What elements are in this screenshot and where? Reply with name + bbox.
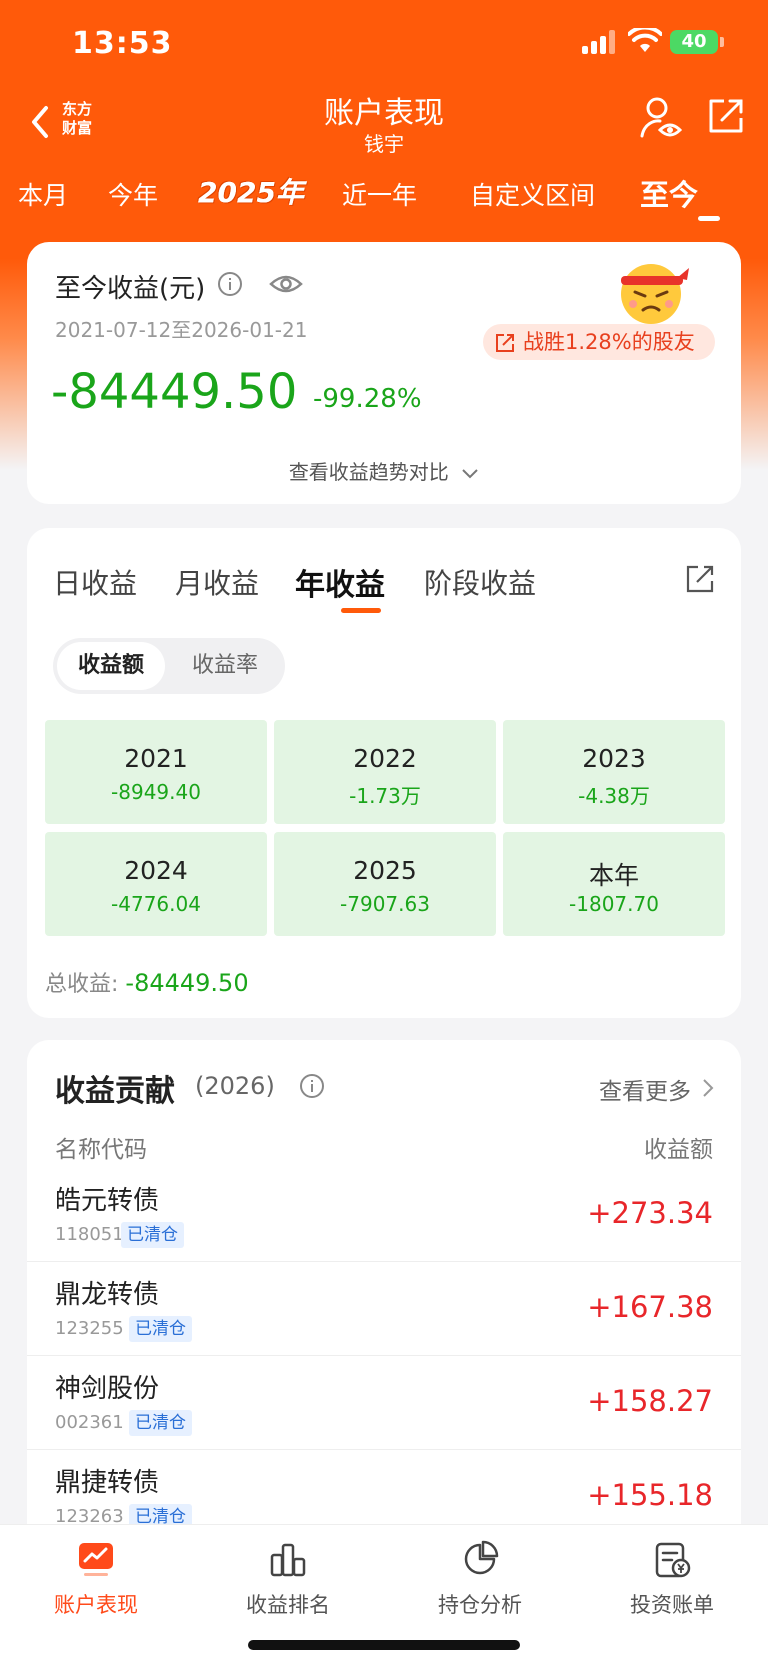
year-cell[interactable]: 2023 -4.38万 bbox=[503, 720, 725, 824]
column-header-value: 收益额 bbox=[644, 1137, 713, 1163]
stock-name: 鼎捷转债 bbox=[55, 1468, 160, 1498]
trend-compare-link[interactable]: 查看收益趋势对比 bbox=[27, 456, 741, 485]
tab-this-month[interactable]: 本月 bbox=[18, 176, 68, 212]
stock-code: 002361 bbox=[55, 1412, 124, 1433]
contribution-title: 收益贡献 bbox=[55, 1074, 175, 1109]
nav-label: 持仓分析 bbox=[438, 1593, 522, 1617]
stock-name: 神剑股份 bbox=[55, 1374, 160, 1404]
bar-ranking-icon bbox=[270, 1543, 306, 1577]
nav-label: 账户表现 bbox=[54, 1593, 138, 1617]
contribution-row[interactable]: 神剑股份 002361 已清仓 +158.27 bbox=[27, 1356, 741, 1450]
nav-profit-ranking[interactable]: 收益排名 bbox=[192, 1525, 384, 1635]
total-profit-label: 总收益: bbox=[45, 972, 119, 997]
tab-to-date[interactable]: 至今 bbox=[640, 172, 698, 214]
tab-last-year[interactable]: 近一年 bbox=[342, 176, 417, 212]
tab-custom-range[interactable]: 自定义区间 bbox=[470, 176, 595, 212]
mascot-emoji-icon bbox=[621, 264, 689, 324]
year-label: 2025 bbox=[353, 856, 417, 885]
column-header-name: 名称代码 bbox=[55, 1137, 147, 1163]
tab-active-indicator bbox=[698, 216, 720, 221]
year-label: 2021 bbox=[124, 744, 188, 773]
info-icon[interactable] bbox=[217, 271, 243, 297]
year-value: -7907.63 bbox=[340, 892, 430, 916]
share-small-icon bbox=[496, 334, 514, 352]
chevron-right-icon bbox=[703, 1079, 714, 1097]
summary-title: 至今收益(元) bbox=[55, 274, 206, 304]
contribution-year: (2026) bbox=[195, 1072, 275, 1100]
pie-chart-icon bbox=[464, 1540, 499, 1575]
year-value: -8949.40 bbox=[111, 780, 201, 804]
contribution-row[interactable]: 鼎龙转债 123255 已清仓 +167.38 bbox=[27, 1262, 741, 1356]
status-badge: 已清仓 bbox=[129, 1410, 192, 1436]
tab-monthly-profit[interactable]: 月收益 bbox=[175, 562, 259, 602]
tab-2025[interactable]: 2025年 bbox=[198, 171, 304, 211]
nav-holding-analysis[interactable]: 持仓分析 bbox=[384, 1525, 576, 1635]
eye-icon[interactable] bbox=[269, 272, 303, 296]
tab-stage-profit[interactable]: 阶段收益 bbox=[424, 562, 536, 602]
profit-value: +158.27 bbox=[587, 1384, 713, 1418]
year-cell[interactable]: 2025 -7907.63 bbox=[274, 832, 496, 936]
year-value: -1.73万 bbox=[349, 784, 421, 808]
wifi-icon bbox=[628, 28, 662, 52]
status-time: 13:53 bbox=[72, 26, 173, 61]
segment-amount[interactable]: 收益额 bbox=[57, 642, 165, 690]
year-value: -1807.70 bbox=[569, 892, 659, 916]
info-icon[interactable] bbox=[299, 1073, 325, 1099]
segment-rate[interactable]: 收益率 bbox=[171, 642, 279, 690]
contribution-row[interactable]: 皓元转债 118051 已清仓 +273.34 bbox=[27, 1168, 741, 1262]
summary-card: 至今收益(元) 2021-07-12至2026-01-21 -84449.50 … bbox=[27, 242, 741, 504]
chevron-down-icon bbox=[462, 468, 478, 478]
profit-value: +155.18 bbox=[587, 1478, 713, 1512]
year-label: 2023 bbox=[582, 744, 646, 773]
home-indicator bbox=[248, 1640, 520, 1650]
year-cell[interactable]: 2024 -4776.04 bbox=[45, 832, 267, 936]
status-bar: 13:53 40 bbox=[0, 0, 768, 88]
beat-peers-badge[interactable]: 战胜1.28%的股友 bbox=[483, 324, 715, 360]
share-icon[interactable] bbox=[685, 564, 715, 594]
status-badge: 已清仓 bbox=[129, 1316, 192, 1342]
trend-compare-label: 查看收益趋势对比 bbox=[288, 460, 449, 484]
user-privacy-icon[interactable] bbox=[640, 96, 682, 142]
battery-tip bbox=[720, 37, 724, 47]
nav-investment-bill[interactable]: 投资账单 bbox=[576, 1525, 768, 1635]
share-icon[interactable] bbox=[706, 96, 746, 136]
signal-icon bbox=[582, 30, 618, 54]
stock-code: 123255 bbox=[55, 1318, 124, 1339]
battery-icon: 40 bbox=[670, 30, 718, 54]
year-cell[interactable]: 本年 -1807.70 bbox=[503, 832, 725, 936]
profit-card: 日收益 月收益 年收益 阶段收益 收益额 收益率 2021 -8949.40 2… bbox=[27, 528, 741, 1018]
total-profit-amount: -84449.50 bbox=[51, 364, 298, 420]
date-range: 2021-07-12至2026-01-21 bbox=[55, 318, 308, 342]
beat-peers-text: 战胜1.28%的股友 bbox=[523, 330, 695, 354]
total-profit-line: 总收益: -84449.50 bbox=[45, 966, 249, 998]
period-tabs: 本月 今年 2025年 近一年 自定义区间 至今 bbox=[0, 168, 768, 228]
status-badge: 已清仓 bbox=[121, 1222, 184, 1248]
profit-value: +167.38 bbox=[587, 1290, 713, 1324]
stock-name: 鼎龙转债 bbox=[55, 1280, 160, 1310]
year-label: 本年 bbox=[588, 861, 639, 890]
view-more-link[interactable]: 查看更多 bbox=[599, 1072, 691, 1106]
year-cell[interactable]: 2022 -1.73万 bbox=[274, 720, 496, 824]
tab-daily-profit[interactable]: 日收益 bbox=[53, 562, 137, 602]
tab-this-year[interactable]: 今年 bbox=[108, 176, 158, 212]
bill-icon bbox=[655, 1542, 691, 1578]
sub-tab-indicator bbox=[341, 608, 381, 613]
nav-label: 投资账单 bbox=[630, 1593, 714, 1617]
year-value: -4.38万 bbox=[578, 784, 650, 808]
profit-value: +273.34 bbox=[587, 1196, 713, 1230]
year-cell[interactable]: 2021 -8949.40 bbox=[45, 720, 267, 824]
nav-account-performance[interactable]: 账户表现 bbox=[0, 1525, 192, 1635]
total-profit-percent: -99.28% bbox=[313, 384, 422, 414]
tab-yearly-profit[interactable]: 年收益 bbox=[295, 560, 385, 604]
year-label: 2022 bbox=[353, 744, 417, 773]
year-label: 2024 bbox=[124, 856, 188, 885]
metric-segment: 收益额 收益率 bbox=[53, 638, 285, 694]
chart-screen-icon bbox=[79, 1543, 113, 1576]
year-value: -4776.04 bbox=[111, 892, 201, 916]
nav-label: 收益排名 bbox=[246, 1593, 330, 1617]
stock-code: 118051 bbox=[55, 1224, 124, 1245]
total-profit-value: -84449.50 bbox=[125, 969, 249, 997]
nav-header: 东方 财富 账户表现 钱宇 bbox=[0, 88, 768, 164]
stock-name: 皓元转债 bbox=[55, 1186, 160, 1216]
